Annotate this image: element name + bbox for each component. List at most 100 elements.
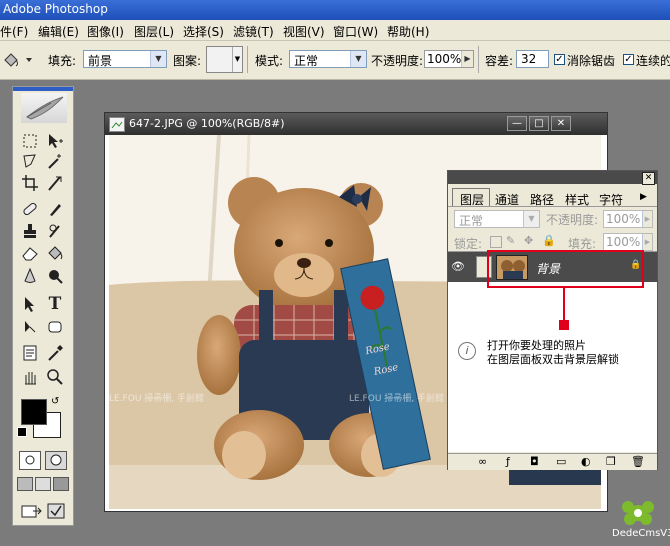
screen-mode-full-menu-icon[interactable]	[35, 477, 51, 491]
lock-all-icon[interactable]: 🔒	[542, 234, 556, 247]
blur-icon[interactable]	[21, 267, 39, 285]
imageready-jump-icon[interactable]	[21, 503, 43, 519]
zoom-icon[interactable]	[46, 368, 64, 386]
lock-move-icon[interactable]: ✥	[524, 234, 533, 247]
blend-mode-select[interactable]: 正常 ▼	[454, 210, 540, 228]
logo-text: DedeCmsV3	[612, 528, 670, 539]
antialias-label: 消除锯齿	[567, 54, 616, 68]
type-icon[interactable]: T	[46, 295, 64, 313]
close-icon[interactable]: ✕	[642, 172, 655, 185]
menu-help[interactable]: 帮助(H)	[387, 23, 429, 40]
toolbox: T ↺	[12, 86, 74, 526]
new-group-icon[interactable]: ▭	[556, 455, 566, 468]
healing-brush-icon[interactable]	[21, 200, 39, 218]
layer-style-icon[interactable]: ƒ	[506, 455, 510, 468]
foreground-color-swatch-front[interactable]	[21, 399, 47, 425]
layers-bottom-bar: ∞ ƒ ◘ ▭ ◐ ❐ 🗑	[448, 453, 657, 470]
toolbox-grip[interactable]	[13, 87, 73, 91]
pen-icon[interactable]	[21, 318, 39, 336]
menu-select[interactable]: 选择(S)	[183, 23, 224, 40]
lock-brush-icon[interactable]: ✎	[506, 234, 515, 247]
maximize-button[interactable]: □	[529, 116, 549, 131]
eyedropper-icon[interactable]	[46, 344, 64, 362]
path-selection-icon[interactable]	[21, 295, 39, 313]
standard-mode-icon[interactable]	[19, 451, 41, 470]
opacity-field[interactable]: 100% ▶	[424, 50, 474, 68]
pattern-picker[interactable]: ▼	[206, 46, 243, 73]
highlight-anchor	[559, 320, 569, 330]
clone-stamp-icon[interactable]	[21, 222, 39, 240]
panel-title-bar[interactable]: ✕	[448, 171, 657, 185]
crop-icon[interactable]	[21, 174, 39, 192]
slice-icon[interactable]	[46, 174, 64, 192]
antialias-checkbox[interactable]: ✓	[554, 54, 565, 65]
document-icon	[109, 117, 125, 132]
notes-icon[interactable]	[21, 344, 39, 362]
dodge-icon[interactable]	[46, 267, 64, 285]
document-title-bar[interactable]: 647-2.JPG @ 100%(RGB/8#) — □ ✕	[105, 113, 607, 135]
menu-filter[interactable]: 滤镜(T)	[233, 23, 274, 40]
lock-transparent-icon[interactable]	[490, 236, 502, 248]
add-mask-icon[interactable]: ◘	[530, 455, 539, 468]
trash-icon[interactable]: 🗑	[631, 455, 645, 468]
tolerance-value: 32	[521, 52, 537, 66]
panel-menu-icon[interactable]: ▶	[640, 192, 647, 202]
menu-layer[interactable]: 图层(L)	[134, 23, 174, 40]
default-colors-icon[interactable]	[17, 427, 27, 437]
layer-fill-field[interactable]: 100% ▶	[603, 233, 653, 251]
swap-colors-icon[interactable]: ↺	[51, 396, 59, 407]
contiguous-label: 连续的	[636, 54, 670, 68]
tolerance-label: 容差:	[485, 54, 514, 68]
chevron-down-icon: ▼	[232, 47, 242, 72]
screen-mode-full-icon[interactable]	[53, 477, 69, 491]
opacity-value: 100%	[427, 52, 462, 66]
mode-select[interactable]: 正常 ▼	[289, 50, 367, 68]
marquee-icon[interactable]	[21, 132, 39, 150]
app-title: Adobe Photoshop	[3, 2, 108, 16]
close-button[interactable]: ✕	[551, 116, 571, 131]
paint-bucket-icon[interactable]	[46, 244, 64, 262]
screen-mode-standard-icon[interactable]	[17, 477, 33, 491]
fill-source-select[interactable]: 前景 ▼	[83, 50, 167, 68]
quick-mask-icon[interactable]	[45, 451, 67, 470]
watermark-2: LE.FOU 掃帚柵, 手創館	[349, 392, 444, 404]
chevron-right-icon: ▶	[642, 234, 652, 250]
brush-icon[interactable]	[46, 200, 64, 218]
paint-bucket-preset-icon[interactable]	[2, 50, 32, 70]
contiguous-checkbox[interactable]: ✓	[623, 54, 634, 65]
menu-file[interactable]: 件(F)	[0, 23, 28, 40]
layer-fill-value: 100%	[606, 235, 641, 249]
menu-image[interactable]: 图像(I)	[87, 23, 124, 40]
feather-logo-icon[interactable]	[21, 93, 67, 123]
dedecms-logo: DedeCmsV3	[610, 495, 670, 543]
history-brush-icon[interactable]	[46, 222, 64, 240]
edit-in-imageready-icon[interactable]	[47, 503, 65, 519]
layer-opacity-field[interactable]: 100% ▶	[603, 210, 653, 228]
tolerance-input[interactable]: 32	[516, 50, 549, 68]
menu-window[interactable]: 窗口(W)	[333, 23, 378, 40]
separator	[247, 46, 248, 73]
hand-icon[interactable]	[21, 368, 39, 386]
menu-bar: 件(F) 编辑(E) 图像(I) 图层(L) 选择(S) 滤镜(T) 视图(V)…	[0, 20, 670, 41]
fill-source-value: 前景	[88, 54, 113, 68]
eraser-icon[interactable]	[21, 244, 39, 262]
menu-edit[interactable]: 编辑(E)	[38, 23, 79, 40]
chevron-right-icon: ▶	[461, 51, 473, 67]
lock-label: 锁定:	[454, 237, 483, 251]
chevron-down-icon: ▼	[350, 51, 366, 67]
annotation-line-2: 在图层面板双击背景层解锁	[487, 353, 619, 366]
eye-visibility-icon[interactable]: 👁	[451, 260, 465, 274]
adjustment-layer-icon[interactable]: ◐	[581, 455, 591, 468]
menu-view[interactable]: 视图(V)	[283, 23, 325, 40]
mode-label: 模式:	[255, 54, 284, 68]
shape-icon[interactable]	[46, 318, 64, 336]
move-icon[interactable]	[46, 132, 64, 150]
app-title-bar: Adobe Photoshop	[0, 0, 670, 20]
link-icon[interactable]: ∞	[478, 455, 487, 468]
chevron-down-icon: ▼	[523, 211, 539, 227]
new-layer-icon[interactable]: ❐	[606, 455, 616, 468]
minimize-button[interactable]: —	[507, 116, 527, 131]
chevron-right-icon: ▶	[642, 211, 652, 227]
magic-wand-icon[interactable]	[46, 152, 64, 170]
lasso-icon[interactable]	[21, 152, 39, 170]
